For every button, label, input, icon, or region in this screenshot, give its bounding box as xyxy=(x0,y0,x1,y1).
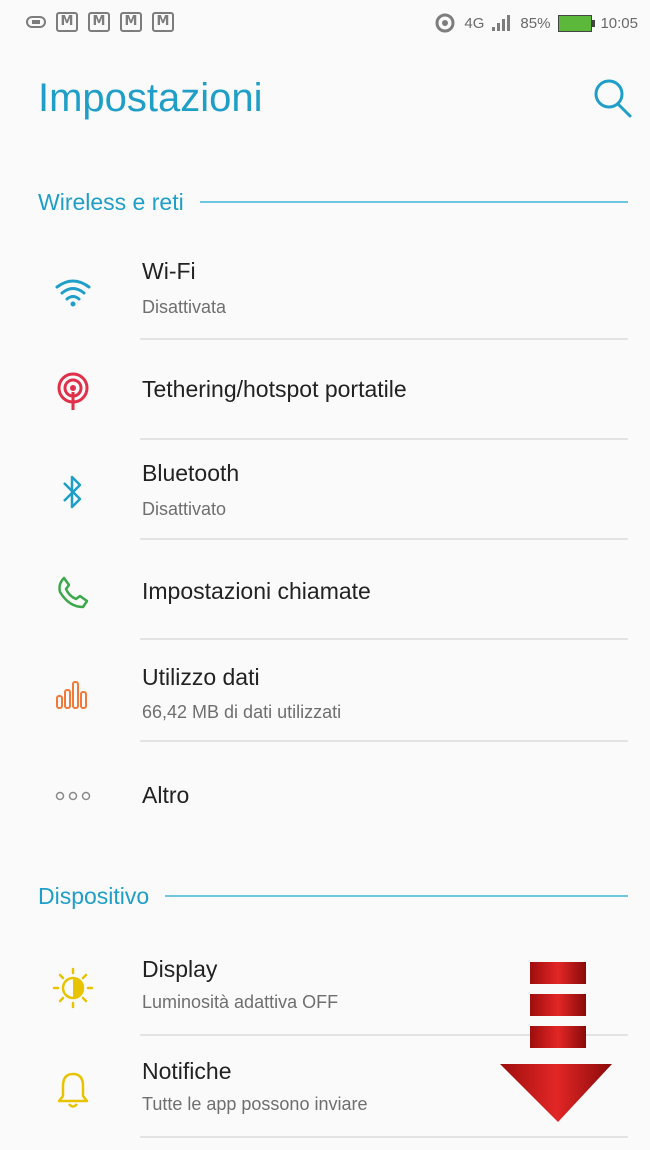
scroll-down-arrow-icon xyxy=(500,962,612,1124)
search-icon xyxy=(594,79,632,118)
settings-item-wifi[interactable]: Wi-Fi Disattivata xyxy=(0,240,650,340)
settings-item-more[interactable]: Altro xyxy=(0,744,650,844)
sync-icon xyxy=(435,13,455,33)
divider xyxy=(140,740,628,742)
system-status: 4G 85% 10:05 xyxy=(434,12,638,34)
phone-icon xyxy=(50,572,96,612)
more-icon xyxy=(50,776,96,816)
bluetooth-icon xyxy=(50,472,96,512)
hotspot-icon xyxy=(50,372,96,412)
app-bar: Impostazioni xyxy=(0,62,650,142)
item-title: Wi-Fi xyxy=(142,258,196,284)
wifi-icon xyxy=(50,272,96,312)
settings-item-bluetooth[interactable]: Bluetooth Disattivato xyxy=(0,440,650,540)
item-title: Notifiche xyxy=(142,1058,232,1084)
section-divider xyxy=(199,201,628,203)
settings-item-data-usage[interactable]: Utilizzo dati 66,42 MB di dati utilizzat… xyxy=(0,642,650,742)
settings-item-tethering[interactable]: Tethering/hotspot portatile xyxy=(0,340,650,440)
item-subtitle: Disattivata xyxy=(142,297,227,317)
item-subtitle: Disattivato xyxy=(142,499,227,519)
item-title: Impostazioni chiamate xyxy=(142,578,371,604)
section-title: Wireless e reti xyxy=(38,188,184,215)
usb-icon xyxy=(26,16,46,28)
section-header-device: Dispositivo xyxy=(38,876,628,916)
gmail-icon: M xyxy=(88,12,110,32)
gmail-icon: M xyxy=(152,12,174,32)
section-divider xyxy=(165,895,628,897)
item-title: Display xyxy=(142,956,218,982)
divider xyxy=(140,1136,628,1138)
item-subtitle: 66,42 MB di dati utilizzati xyxy=(142,702,342,722)
display-icon xyxy=(50,967,96,1009)
item-title: Bluetooth xyxy=(142,460,240,486)
settings-item-calls[interactable]: Impostazioni chiamate xyxy=(0,540,650,640)
divider xyxy=(140,638,628,640)
clock: 10:05 xyxy=(600,14,638,32)
section-title: Dispositivo xyxy=(38,882,150,909)
gmail-icon: M xyxy=(120,12,142,32)
item-title: Utilizzo dati xyxy=(142,664,260,690)
item-subtitle: Tutte le app possono inviare xyxy=(142,1094,368,1114)
network-type: 4G xyxy=(464,14,485,32)
item-title: Tethering/hotspot portatile xyxy=(142,376,407,402)
battery-icon xyxy=(558,14,596,32)
data-usage-icon xyxy=(50,674,96,714)
page-title: Impostazioni xyxy=(38,76,263,120)
gmail-icon: M xyxy=(56,12,78,32)
status-bar: M M M M 4G 85% 10:05 xyxy=(0,0,650,48)
battery-percent: 85% xyxy=(520,14,551,32)
notification-icons: M M M M xyxy=(26,12,174,32)
search-button[interactable] xyxy=(588,74,636,122)
bell-icon xyxy=(50,1070,96,1110)
item-subtitle: Luminosità adattiva OFF xyxy=(142,992,339,1012)
signal-icon xyxy=(492,15,511,31)
item-title: Altro xyxy=(142,782,190,808)
section-header-wireless: Wireless e reti xyxy=(38,182,628,222)
